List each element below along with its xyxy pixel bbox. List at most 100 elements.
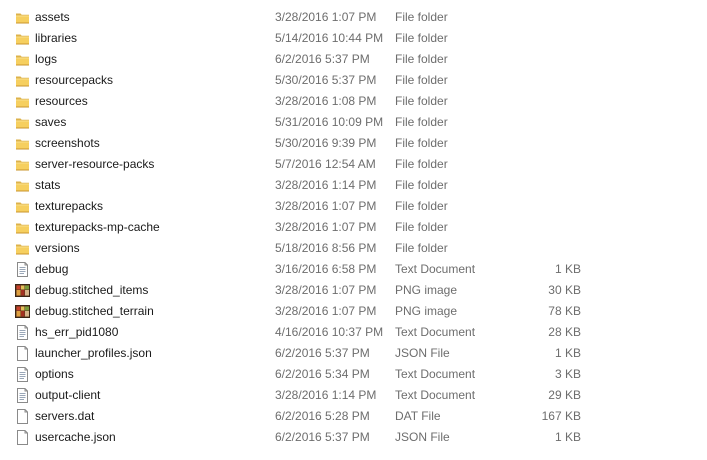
folder-icon [15,178,30,193]
text-document-icon [15,262,30,277]
folder-icon [15,73,30,88]
file-row[interactable]: hs_err_pid1080 4/16/2016 10:37 PM Text D… [0,322,707,343]
file-type: Text Document [395,367,476,381]
file-date-modified: 6/2/2016 5:34 PM [275,367,370,381]
file-name: debug.stitched_items [35,283,149,297]
file-type: PNG image [395,283,458,297]
file-type: File folder [395,220,448,234]
file-type: File folder [395,31,448,45]
file-date-modified: 5/31/2016 10:09 PM [275,115,384,129]
file-date-modified: 6/2/2016 5:28 PM [275,409,370,423]
file-row[interactable]: debug.stitched_terrain 3/28/2016 1:07 PM… [0,301,707,322]
file-type: DAT File [395,409,441,423]
file-list: assets 3/28/2016 1:07 PM File folder lib… [0,7,707,448]
file-date-modified: 3/28/2016 1:07 PM [275,283,377,297]
folder-icon [15,31,30,46]
file-name: debug.stitched_terrain [35,304,154,318]
file-name: output-client [35,388,101,402]
file-type: Text Document [395,388,476,402]
text-document-icon [15,325,30,340]
file-type: Text Document [395,325,476,339]
file-row[interactable]: versions 5/18/2016 8:56 PM File folder [0,238,707,259]
file-row[interactable]: saves 5/31/2016 10:09 PM File folder [0,112,707,133]
file-name: server-resource-packs [35,157,155,171]
folder-icon [15,136,30,151]
file-size: 1 KB [554,430,581,444]
file-date-modified: 3/16/2016 6:58 PM [275,262,377,276]
file-type: File folder [395,10,448,24]
file-type: File folder [395,157,448,171]
file-type: File folder [395,178,448,192]
file-row[interactable]: debug.stitched_items 3/28/2016 1:07 PM P… [0,280,707,301]
generic-file-icon [15,430,30,445]
file-date-modified: 3/28/2016 1:08 PM [275,94,377,108]
file-name: hs_err_pid1080 [35,325,119,339]
file-size: 1 KB [554,346,581,360]
file-date-modified: 3/28/2016 1:07 PM [275,10,377,24]
file-name: options [35,367,74,381]
file-row[interactable]: options 6/2/2016 5:34 PM Text Document 3… [0,364,707,385]
file-size: 3 KB [554,367,581,381]
file-type: File folder [395,52,448,66]
file-type: File folder [395,73,448,87]
file-row[interactable]: screenshots 5/30/2016 9:39 PM File folde… [0,133,707,154]
file-date-modified: 6/2/2016 5:37 PM [275,346,370,360]
file-row[interactable]: texturepacks 3/28/2016 1:07 PM File fold… [0,196,707,217]
file-date-modified: 5/14/2016 10:44 PM [275,31,384,45]
file-type: File folder [395,115,448,129]
generic-file-icon [15,409,30,424]
file-date-modified: 5/18/2016 8:56 PM [275,241,377,255]
file-size: 28 KB [548,325,581,339]
file-name: texturepacks [35,199,104,213]
folder-icon [15,199,30,214]
file-date-modified: 6/2/2016 5:37 PM [275,52,370,66]
file-row[interactable]: debug 3/16/2016 6:58 PM Text Document 1 … [0,259,707,280]
folder-icon [15,52,30,67]
file-row[interactable]: logs 6/2/2016 5:37 PM File folder [0,49,707,70]
file-name: debug [35,262,69,276]
folder-icon [15,94,30,109]
png-image-icon [15,304,30,319]
file-name: servers.dat [35,409,95,423]
file-name: screenshots [35,136,100,150]
file-row[interactable]: output-client 3/28/2016 1:14 PM Text Doc… [0,385,707,406]
file-row[interactable]: usercache.json 6/2/2016 5:37 PM JSON Fil… [0,427,707,448]
file-date-modified: 3/28/2016 1:07 PM [275,304,377,318]
text-document-icon [15,388,30,403]
file-type: Text Document [395,262,476,276]
generic-file-icon [15,346,30,361]
file-date-modified: 3/28/2016 1:14 PM [275,178,377,192]
file-size: 30 KB [548,283,581,297]
file-row[interactable]: server-resource-packs 5/7/2016 12:54 AM … [0,154,707,175]
file-name: assets [35,10,70,24]
file-row[interactable]: stats 3/28/2016 1:14 PM File folder [0,175,707,196]
file-row[interactable]: resources 3/28/2016 1:08 PM File folder [0,91,707,112]
file-date-modified: 3/28/2016 1:07 PM [275,220,377,234]
file-size: 78 KB [548,304,581,318]
file-row[interactable]: resourcepacks 5/30/2016 5:37 PM File fol… [0,70,707,91]
file-name: saves [35,115,67,129]
file-row[interactable]: assets 3/28/2016 1:07 PM File folder [0,7,707,28]
file-name: launcher_profiles.json [35,346,152,360]
text-document-icon [15,367,30,382]
file-date-modified: 3/28/2016 1:07 PM [275,199,377,213]
file-name: usercache.json [35,430,116,444]
folder-icon [15,115,30,130]
file-row[interactable]: servers.dat 6/2/2016 5:28 PM DAT File 16… [0,406,707,427]
file-row[interactable]: launcher_profiles.json 6/2/2016 5:37 PM … [0,343,707,364]
file-row[interactable]: libraries 5/14/2016 10:44 PM File folder [0,28,707,49]
file-name: stats [35,178,61,192]
file-name: versions [35,241,80,255]
folder-icon [15,241,30,256]
file-date-modified: 3/28/2016 1:14 PM [275,388,377,402]
file-type: JSON File [395,430,450,444]
file-name: resources [35,94,88,108]
file-date-modified: 6/2/2016 5:37 PM [275,430,370,444]
file-type: File folder [395,94,448,108]
file-date-modified: 4/16/2016 10:37 PM [275,325,384,339]
file-row[interactable]: texturepacks-mp-cache 3/28/2016 1:07 PM … [0,217,707,238]
file-type: File folder [395,241,448,255]
file-type: JSON File [395,346,450,360]
folder-icon [15,220,30,235]
file-name: libraries [35,31,78,45]
